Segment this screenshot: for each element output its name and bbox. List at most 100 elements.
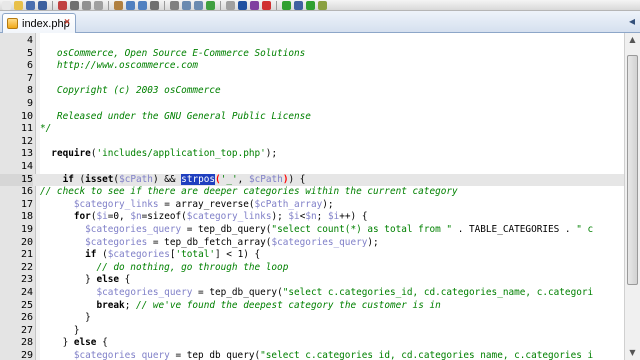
- tab-close-icon[interactable]: ×: [61, 17, 73, 29]
- plugin-icon[interactable]: [318, 0, 327, 10]
- code-line[interactable]: 6 http://www.oscommerce.com: [0, 60, 624, 73]
- vertical-scrollbar[interactable]: ▲ ▼: [624, 33, 640, 360]
- code-text[interactable]: } else {: [40, 274, 130, 287]
- code-text[interactable]: $categories_query = tep_db_query("select…: [40, 287, 593, 300]
- code-line[interactable]: 4: [0, 35, 624, 48]
- code-line[interactable]: 25 break; // we've found the deepest cat…: [0, 300, 624, 313]
- redo-icon[interactable]: [138, 0, 147, 10]
- code-text[interactable]: }: [40, 312, 91, 325]
- save-icon[interactable]: [26, 0, 35, 10]
- scroll-down-icon[interactable]: ▼: [625, 346, 640, 360]
- replace-icon[interactable]: [170, 0, 179, 10]
- code-text[interactable]: $category_links = array_reverse($cPath_a…: [40, 199, 334, 212]
- code-text[interactable]: $categories_query = tep_db_query("select…: [40, 224, 593, 237]
- code-text[interactable]: // do nothing, go through the loop: [40, 262, 288, 275]
- code-line[interactable]: 8 Copyright (c) 2003 osCommerce: [0, 85, 624, 98]
- line-number: 24: [20, 287, 33, 298]
- code-line[interactable]: 21 if ($categories['total'] < 1) {: [0, 249, 624, 262]
- code-line[interactable]: 17 $category_links = array_reverse($cPat…: [0, 199, 624, 212]
- code-line[interactable]: 24 $categories_query = tep_db_query("sel…: [0, 287, 624, 300]
- show-all-icon[interactable]: [250, 0, 259, 10]
- line-number: 27: [20, 324, 33, 336]
- line-number: 5: [26, 47, 33, 59]
- tab-scroll-left-icon[interactable]: ◂: [624, 12, 640, 31]
- code-line[interactable]: 11 */: [0, 123, 624, 136]
- code-text[interactable]: */: [40, 123, 51, 136]
- line-number: 11: [20, 123, 33, 135]
- code-line[interactable]: 16 // check to see if there are deeper ca…: [0, 186, 624, 199]
- code-line[interactable]: 22 // do nothing, go through the loop: [0, 262, 624, 275]
- code-line[interactable]: 26 }: [0, 312, 624, 325]
- line-number: 9: [26, 98, 33, 109]
- copy-icon[interactable]: [94, 0, 103, 10]
- code-text[interactable]: Copyright (c) 2003 osCommerce: [40, 85, 221, 98]
- open-folder-icon[interactable]: [14, 0, 23, 10]
- line-number: 4: [26, 35, 33, 46]
- tab-index-php[interactable]: index.php ×: [2, 13, 76, 33]
- save-all-icon[interactable]: [38, 0, 47, 10]
- code-line[interactable]: 9: [0, 98, 624, 111]
- code-text[interactable]: } else {: [40, 337, 108, 350]
- scrollbar-thumb[interactable]: [627, 55, 638, 285]
- run-icon[interactable]: [306, 0, 315, 10]
- line-number: 28: [20, 337, 33, 349]
- code-text[interactable]: // check to see if there are deeper cate…: [40, 186, 458, 199]
- line-number: 15: [0, 173, 33, 187]
- scroll-up-icon[interactable]: ▲: [625, 33, 640, 47]
- indent-guide-icon[interactable]: [238, 0, 247, 10]
- code-line[interactable]: 5 osCommerce, Open Source E-Commerce Sol…: [0, 48, 624, 61]
- undo-icon[interactable]: [126, 0, 135, 10]
- code-text[interactable]: for($i=0, $n=sizeof($category_links); $i…: [40, 211, 368, 224]
- code-text[interactable]: Released under the GNU General Public Li…: [40, 111, 311, 124]
- word-wrap-icon[interactable]: [226, 0, 235, 10]
- line-number: 22: [20, 261, 33, 273]
- code-text[interactable]: require('includes/application_top.php');: [40, 148, 277, 161]
- code-text[interactable]: $categories = tep_db_fetch_array($catego…: [40, 237, 379, 250]
- code-line[interactable]: 12: [0, 136, 624, 149]
- find-icon[interactable]: [150, 0, 159, 10]
- zoom-out-icon[interactable]: [194, 0, 203, 10]
- code-text[interactable]: if ($categories['total'] < 1) {: [40, 249, 260, 262]
- zoom-in-icon[interactable]: [182, 0, 191, 10]
- code-line[interactable]: 20 $categories = tep_db_fetch_array($cat…: [0, 237, 624, 250]
- code-line[interactable]: 23 } else {: [0, 274, 624, 287]
- line-number: 18: [20, 211, 33, 223]
- macro-play-icon[interactable]: [282, 0, 291, 10]
- toolbar-separator: [52, 0, 53, 10]
- code-text[interactable]: http://www.oscommerce.com: [40, 60, 198, 73]
- close-icon[interactable]: [58, 0, 67, 10]
- tab-bar: index.php × ◂: [0, 11, 640, 33]
- code-text[interactable]: if (isset($cPath) && strpos('_', $cPath)…: [40, 173, 305, 187]
- new-file-icon[interactable]: [2, 0, 11, 10]
- code-line[interactable]: 19 $categories_query = tep_db_query("sel…: [0, 224, 624, 237]
- code-text[interactable]: osCommerce, Open Source E-Commerce Solut…: [40, 48, 305, 61]
- line-number: 29: [20, 350, 33, 360]
- line-number: 7: [26, 72, 33, 84]
- code-line[interactable]: 27 }: [0, 325, 624, 338]
- macro-record-icon[interactable]: [262, 0, 271, 10]
- code-text[interactable]: }: [40, 325, 80, 338]
- code-line[interactable]: 14: [0, 161, 624, 174]
- toolbar: [0, 0, 640, 11]
- code-line[interactable]: 28 } else {: [0, 337, 624, 350]
- code-line[interactable]: 29 $categories_query = tep_db_query("sel…: [0, 350, 624, 360]
- line-number: 6: [26, 60, 33, 72]
- paste-icon[interactable]: [114, 0, 123, 10]
- code-editor[interactable]: 45 osCommerce, Open Source E-Commerce So…: [0, 33, 624, 360]
- sync-icon[interactable]: [206, 0, 215, 10]
- code-line[interactable]: 13 require('includes/application_top.php…: [0, 148, 624, 161]
- code-line[interactable]: 10 Released under the GNU General Public…: [0, 111, 624, 124]
- code-line[interactable]: 18 for($i=0, $n=sizeof($category_links);…: [0, 211, 624, 224]
- code-text[interactable]: $categories_query = tep_db_query("select…: [40, 350, 593, 360]
- cut-icon[interactable]: [82, 0, 91, 10]
- print-icon[interactable]: [70, 0, 79, 10]
- line-number: 16: [20, 186, 33, 198]
- code-line[interactable]: 15 if (isset($cPath) && strpos('_', $cPa…: [0, 173, 624, 187]
- code-line[interactable]: 7: [0, 73, 624, 86]
- macro-save-icon[interactable]: [294, 0, 303, 10]
- line-number: 26: [20, 312, 33, 324]
- line-number: 13: [20, 148, 33, 160]
- code-text[interactable]: break; // we've found the deepest catego…: [40, 300, 440, 313]
- line-number: 23: [20, 274, 33, 286]
- toolbar-separator: [220, 0, 221, 10]
